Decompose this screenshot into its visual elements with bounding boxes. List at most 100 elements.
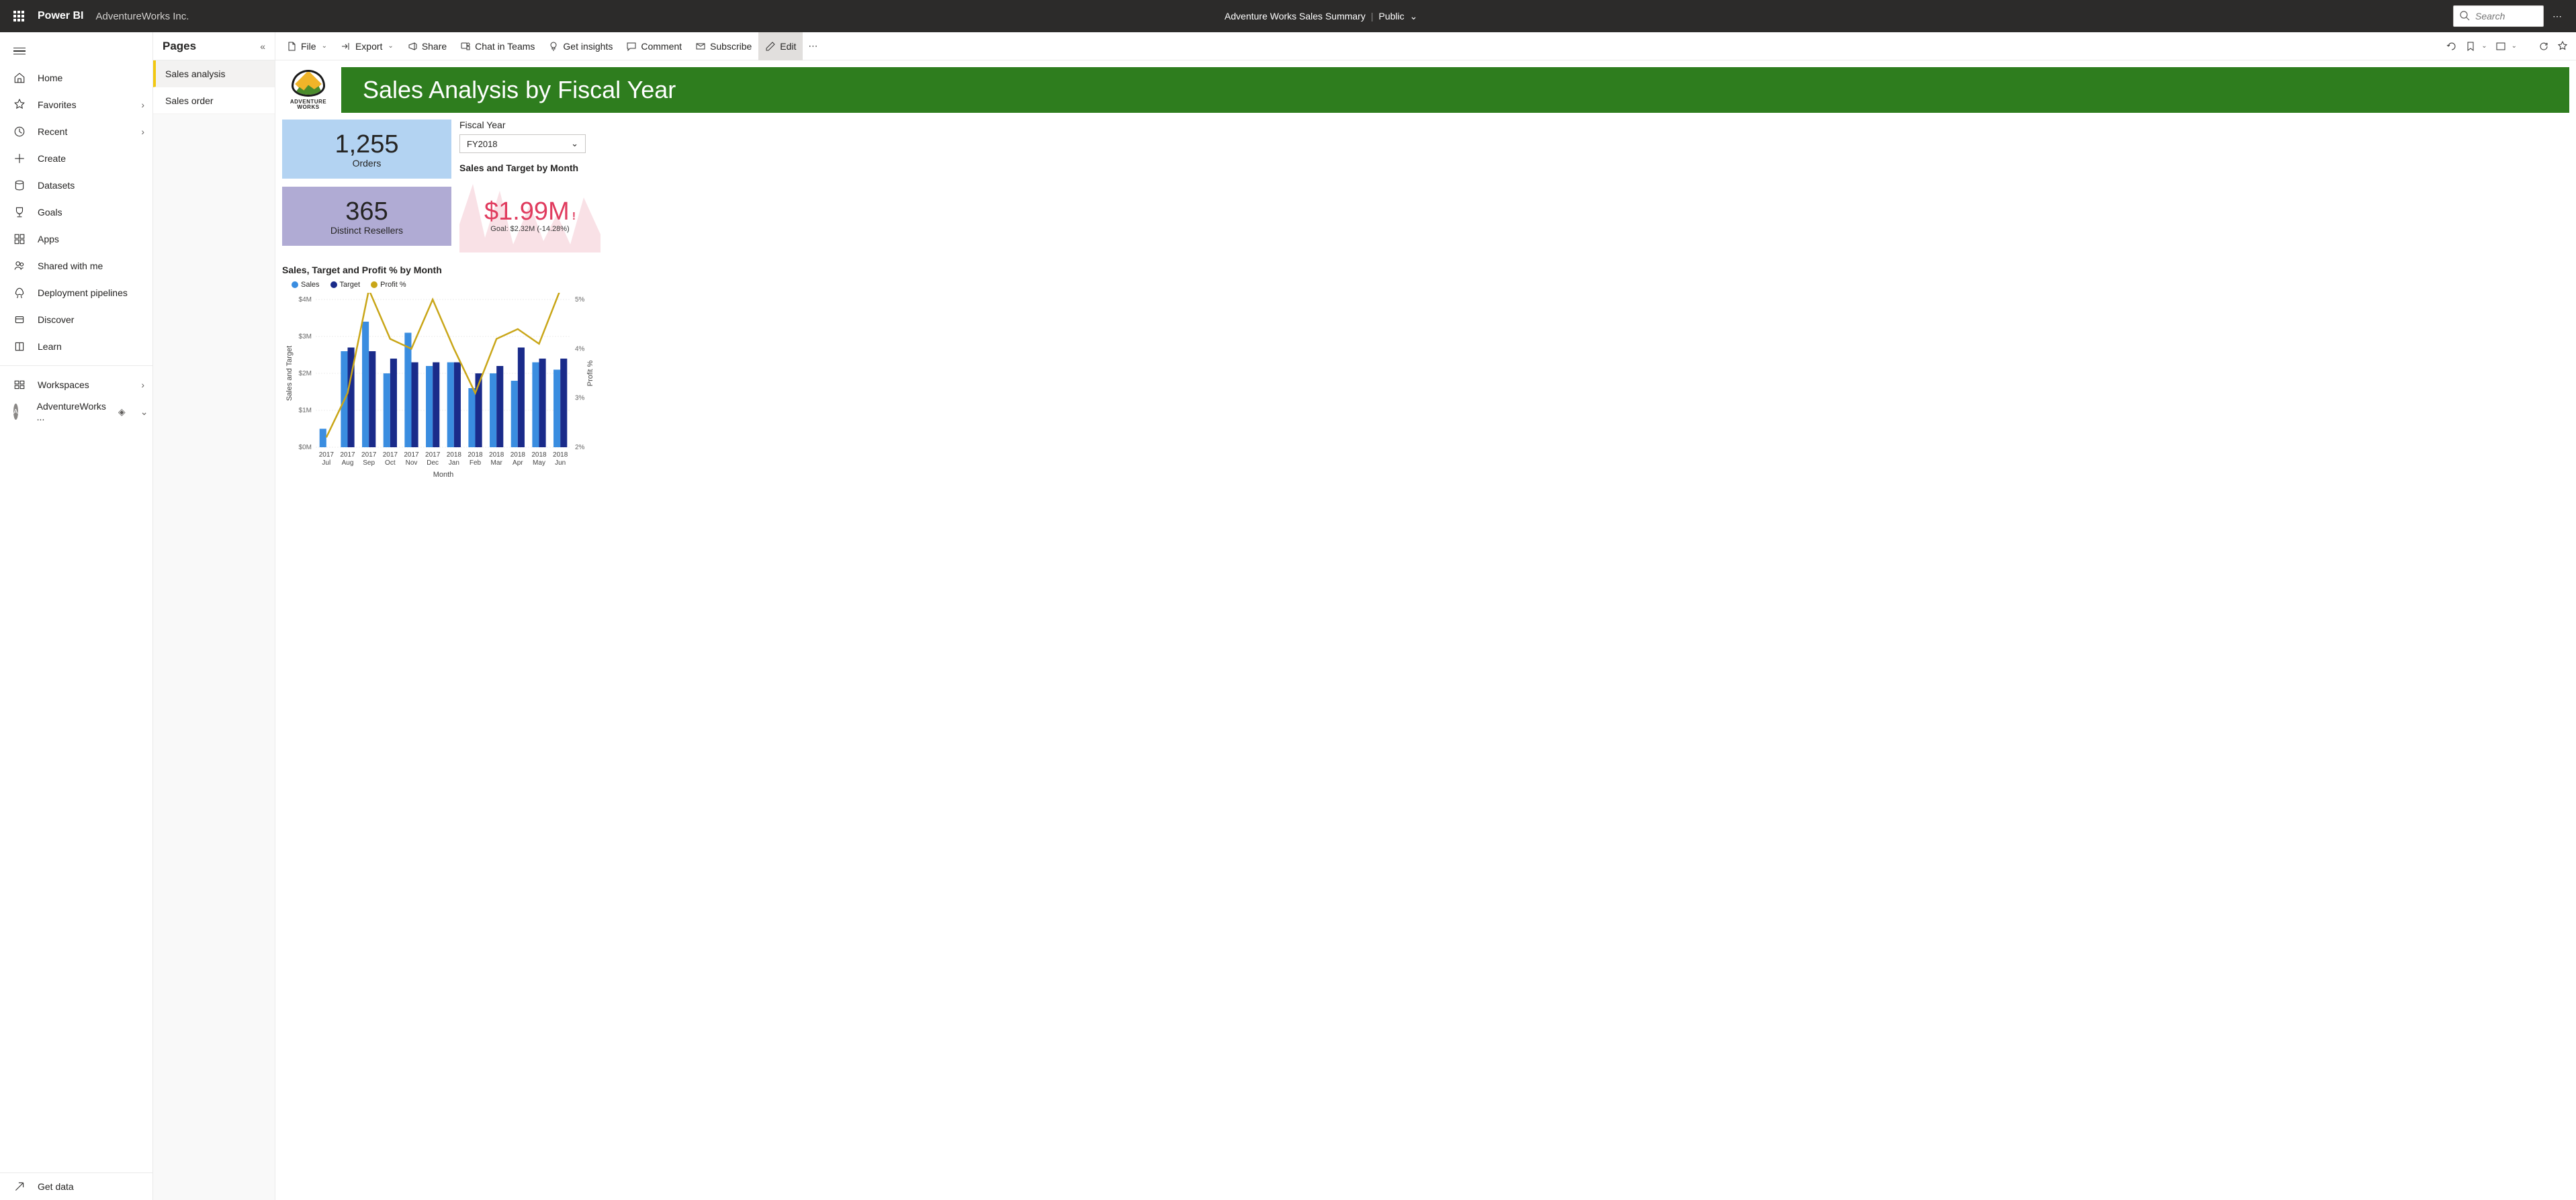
bookmark-button[interactable]: ⌄ <box>2461 32 2491 60</box>
report-title-bar[interactable]: Adventure Works Sales Summary | Public ⌄ <box>1225 11 1417 22</box>
kpi-orders-card[interactable]: 1,255 Orders <box>282 120 451 179</box>
chevron-down-icon: ⌄ <box>140 406 148 418</box>
nav-current-workspace[interactable]: A AdventureWorks ... ◈ ⌄ <box>0 398 152 425</box>
nav-datasets[interactable]: Datasets <box>0 172 152 199</box>
legend-profit: Profit % <box>380 281 406 289</box>
report-title-banner: Sales Analysis by Fiscal Year <box>341 67 2569 113</box>
svg-text:$1M: $1M <box>299 407 312 414</box>
nav-collapse-button[interactable] <box>0 38 152 64</box>
home-icon <box>13 72 26 84</box>
export-button[interactable]: Export ⌄ <box>334 32 400 60</box>
reset-button[interactable] <box>2442 32 2461 60</box>
comment-button[interactable]: Comment <box>619 32 689 60</box>
kpi-resellers-card[interactable]: 365 Distinct Resellers <box>282 187 451 246</box>
toolbar-more-button[interactable]: ⋯ <box>803 40 823 52</box>
workspace-name[interactable]: AdventureWorks Inc. <box>95 11 189 22</box>
pages-title: Pages <box>163 40 196 53</box>
svg-text:2017: 2017 <box>425 451 441 459</box>
chevron-right-icon: › <box>141 126 144 137</box>
svg-text:Nov: Nov <box>406 459 418 467</box>
svg-text:2018: 2018 <box>489 451 504 459</box>
bulb-icon <box>548 41 559 52</box>
header-more-button[interactable]: ⋯ <box>2544 3 2571 30</box>
apps-icon <box>13 233 26 245</box>
chevron-down-icon: ⌄ <box>388 42 393 50</box>
star-icon <box>13 99 26 111</box>
clock-icon <box>13 126 26 138</box>
nav-favorites[interactable]: Favorites › <box>0 91 152 118</box>
legend-sales: Sales <box>301 281 320 289</box>
kpi-sales-card[interactable]: $1.99M ! Goal: $2.32M (-14.28%) <box>459 177 601 252</box>
search-box[interactable] <box>2453 5 2544 27</box>
insights-button[interactable]: Get insights <box>541 32 619 60</box>
chevron-right-icon: › <box>141 99 144 110</box>
svg-text:Jan: Jan <box>449 459 459 467</box>
page-sales-analysis[interactable]: Sales analysis <box>153 60 275 87</box>
nav-workspaces[interactable]: Workspaces › <box>0 371 152 398</box>
svg-text:2018: 2018 <box>531 451 547 459</box>
report-area: File ⌄ Export ⌄ Share Chat in Teams Get … <box>275 32 2576 1200</box>
collapse-pages-button[interactable]: « <box>260 41 265 52</box>
tb-label: File <box>301 41 316 52</box>
nav-create[interactable]: Create <box>0 145 152 172</box>
page-label: Sales analysis <box>165 68 226 79</box>
nav-home[interactable]: Home <box>0 64 152 91</box>
nav-label: Recent <box>38 126 67 137</box>
tb-label: Subscribe <box>710 41 752 52</box>
app-launcher-button[interactable] <box>5 3 32 30</box>
search-input[interactable] <box>2475 11 2538 21</box>
kpi-alert-icon: ! <box>572 211 576 223</box>
view-icon <box>2495 41 2506 52</box>
page-sales-order[interactable]: Sales order <box>153 87 275 114</box>
edit-button[interactable]: Edit <box>758 32 803 60</box>
nav-pipelines[interactable]: Deployment pipelines <box>0 279 152 306</box>
nav-learn[interactable]: Learn <box>0 333 152 360</box>
refresh-icon <box>2538 41 2549 52</box>
combo-chart[interactable]: Sales, Target and Profit % by Month Sale… <box>282 265 598 483</box>
legend-target: Target <box>340 281 361 289</box>
chevron-down-icon: ⌄ <box>1410 11 1418 22</box>
nav-label: Favorites <box>38 99 77 110</box>
plus-icon <box>13 152 26 165</box>
export-icon <box>341 41 351 52</box>
workspaces-icon <box>13 379 26 391</box>
chevron-down-icon: ⌄ <box>571 138 578 149</box>
top-header: Power BI AdventureWorks Inc. Adventure W… <box>0 0 2576 32</box>
svg-text:2018: 2018 <box>553 451 568 459</box>
nav-goals[interactable]: Goals <box>0 199 152 226</box>
people-icon <box>13 260 26 272</box>
svg-text:Jul: Jul <box>322 459 330 467</box>
svg-text:2017: 2017 <box>361 451 377 459</box>
workspace-avatar: A <box>13 404 18 420</box>
chat-teams-button[interactable]: Chat in Teams <box>453 32 541 60</box>
refresh-button[interactable] <box>2534 32 2553 60</box>
svg-text:4%: 4% <box>575 345 585 353</box>
nav-get-data[interactable]: Get data <box>0 1173 152 1200</box>
svg-text:2018: 2018 <box>510 451 526 459</box>
svg-text:5%: 5% <box>575 296 585 304</box>
svg-text:2018: 2018 <box>447 451 462 459</box>
svg-text:Mar: Mar <box>491 459 503 467</box>
nav-discover[interactable]: Discover <box>0 306 152 333</box>
fiscal-year-dropdown[interactable]: FY2018 ⌄ <box>459 134 586 153</box>
mail-icon <box>695 41 706 52</box>
svg-text:3%: 3% <box>575 395 585 402</box>
nav-label: Discover <box>38 314 74 325</box>
svg-text:May: May <box>533 459 545 467</box>
svg-text:Jun: Jun <box>555 459 566 467</box>
share-button[interactable]: Share <box>400 32 453 60</box>
nav-apps[interactable]: Apps <box>0 226 152 252</box>
svg-text:$3M: $3M <box>299 333 312 340</box>
favorite-button[interactable] <box>2553 32 2572 60</box>
file-button[interactable]: File ⌄ <box>279 32 334 60</box>
kpi-goal-text: Goal: $2.32M (-14.28%) <box>490 225 569 233</box>
view-button[interactable]: ⌄ <box>2491 32 2521 60</box>
nav-label: AdventureWorks ... <box>37 401 106 422</box>
nav-recent[interactable]: Recent › <box>0 118 152 145</box>
endorsed-icon: ◈ <box>118 406 126 418</box>
svg-text:Sales and Target: Sales and Target <box>285 346 294 401</box>
subscribe-button[interactable]: Subscribe <box>689 32 758 60</box>
nav-shared[interactable]: Shared with me <box>0 252 152 279</box>
nav-label: Goals <box>38 207 62 218</box>
fy-selected-value: FY2018 <box>467 139 498 149</box>
